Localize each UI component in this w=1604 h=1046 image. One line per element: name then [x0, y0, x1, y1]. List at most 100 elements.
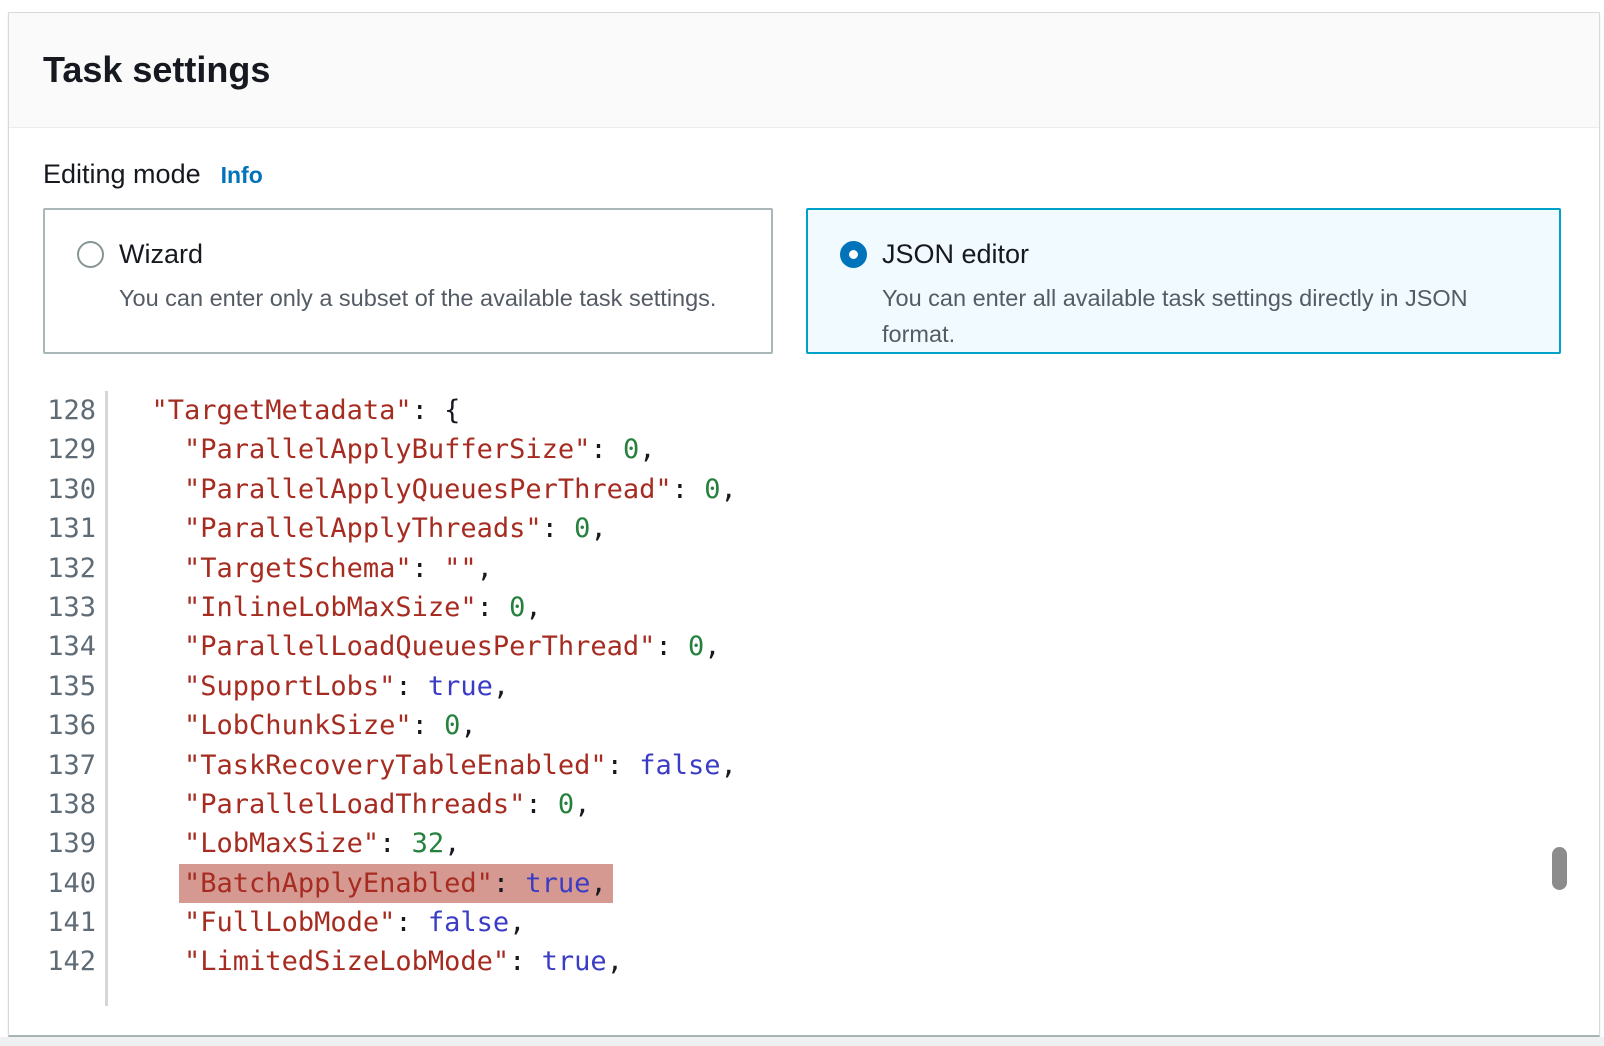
code-token-p: : [493, 868, 526, 899]
code-line[interactable]: "TaskRecoveryTableEnabled": false, [108, 746, 737, 785]
code-token-b: true [525, 868, 590, 899]
code-token-p [119, 828, 184, 859]
code-token-p [119, 553, 184, 584]
code-token-p [119, 631, 184, 662]
code-line[interactable]: "ParallelLoadThreads": 0, [108, 785, 737, 824]
code-token-p [119, 750, 184, 781]
code-line[interactable]: "ParallelLoadQueuesPerThread": 0, [108, 627, 737, 666]
code-token-p: , [493, 671, 509, 702]
code-line[interactable]: "FullLobMode": false, [108, 903, 737, 942]
code-token-p [119, 592, 184, 623]
code-token-p: : [477, 592, 510, 623]
code-token-p: : [412, 710, 445, 741]
code-token-b: false [428, 907, 509, 938]
code-token-k: "InlineLobMaxSize" [184, 592, 477, 623]
code-token-p [119, 395, 152, 426]
gutter-tail [43, 982, 108, 1006]
task-settings-panel: Task settings Editing mode Info Wizard Y… [8, 12, 1600, 1037]
line-number: 130 [43, 470, 108, 509]
code-token-p [119, 434, 184, 465]
line-number: 136 [43, 706, 108, 745]
code-token-k: "LobMaxSize" [184, 828, 379, 859]
scrollbar-thumb[interactable] [1552, 847, 1567, 890]
code-token-p: : [509, 946, 542, 977]
info-link[interactable]: Info [221, 162, 263, 189]
code-line[interactable]: "LobMaxSize": 32, [108, 824, 737, 863]
code-token-p: : [379, 828, 412, 859]
code-token-p: : [412, 553, 445, 584]
radio-selected-icon[interactable] [840, 241, 867, 268]
radio-option-wizard[interactable]: Wizard You can enter only a subset of th… [43, 208, 773, 354]
json-editor-option-label: JSON editor [882, 236, 1543, 272]
code-token-p: : [590, 434, 623, 465]
code-line[interactable]: "TargetMetadata": { [108, 391, 737, 430]
line-number: 134 [43, 627, 108, 666]
code-line[interactable]: "ParallelApplyQueuesPerThread": 0, [108, 470, 737, 509]
code-token-p [119, 671, 184, 702]
page-title: Task settings [43, 49, 270, 91]
line-number: 132 [43, 549, 108, 588]
code-token-n: 0 [509, 592, 525, 623]
code-token-p [119, 710, 184, 741]
code-token-p: : [607, 750, 640, 781]
code-token-p: , [460, 710, 476, 741]
radio-unselected-icon[interactable] [77, 241, 104, 268]
line-number: 142 [43, 942, 108, 981]
editing-mode-label: Editing mode [43, 159, 201, 190]
code-token-n: 0 [558, 789, 574, 820]
editing-mode-options: Wizard You can enter only a subset of th… [43, 208, 1561, 354]
wizard-option-label: Wizard [119, 236, 716, 272]
code-token-p: : [672, 474, 705, 505]
line-number: 131 [43, 509, 108, 548]
code-token-p [119, 474, 184, 505]
code-token-k: "BatchApplyEnabled" [184, 868, 493, 899]
code-line[interactable]: "SupportLobs": true, [108, 667, 737, 706]
line-number: 135 [43, 667, 108, 706]
code-token-p: : [395, 907, 428, 938]
code-token-k: "ParallelApplyThreads" [184, 513, 542, 544]
code-token-p: , [704, 631, 720, 662]
code-token-k: "TargetMetadata" [152, 395, 412, 426]
code-line[interactable]: "ParallelApplyBufferSize": 0, [108, 430, 737, 469]
page-background-strip [0, 1037, 1604, 1046]
code-token-k: "FullLobMode" [184, 907, 395, 938]
code-token-p: , [590, 868, 606, 899]
code-token-p: , [607, 946, 623, 977]
code-line[interactable]: "TargetSchema": "", [108, 549, 737, 588]
code-line[interactable]: "ParallelApplyThreads": 0, [108, 509, 737, 548]
code-token-p: : [525, 789, 558, 820]
code-token-p [119, 513, 184, 544]
wizard-option-description: You can enter only a subset of the avail… [119, 280, 716, 316]
line-number: 133 [43, 588, 108, 627]
code-indent [119, 868, 184, 899]
code-token-k: "ParallelLoadThreads" [184, 789, 525, 820]
code-token-s: "" [444, 553, 477, 584]
json-code-editor[interactable]: 128 "TargetMetadata": {129 "ParallelAppl… [43, 391, 737, 1006]
code-line[interactable]: "InlineLobMaxSize": 0, [108, 588, 737, 627]
code-token-k: "TargetSchema" [184, 553, 412, 584]
code-token-p: : [395, 671, 428, 702]
line-number: 140 [43, 864, 108, 903]
code-token-p: , [525, 592, 541, 623]
code-token-p: , [509, 907, 525, 938]
code-token-k: "LimitedSizeLobMode" [184, 946, 509, 977]
code-line[interactable]: "LimitedSizeLobMode": true, [108, 942, 737, 981]
code-token-p: , [477, 553, 493, 584]
code-line-highlighted[interactable]: "BatchApplyEnabled": true, [108, 864, 737, 903]
code-line[interactable]: "LobChunkSize": 0, [108, 706, 737, 745]
line-number: 137 [43, 746, 108, 785]
code-token-p: : [542, 513, 575, 544]
radio-option-json-editor[interactable]: JSON editor You can enter all available … [806, 208, 1561, 354]
editing-mode-row: Editing mode Info [43, 159, 263, 190]
line-number: 129 [43, 430, 108, 469]
wizard-option-text: Wizard You can enter only a subset of th… [119, 236, 716, 316]
code-token-k: "ParallelApplyBufferSize" [184, 434, 590, 465]
code-tail [108, 982, 737, 1006]
code-token-p: , [444, 828, 460, 859]
code-token-p [119, 946, 184, 977]
code-token-k: "ParallelApplyQueuesPerThread" [184, 474, 672, 505]
code-token-p [119, 907, 184, 938]
line-number: 138 [43, 785, 108, 824]
line-number: 141 [43, 903, 108, 942]
code-token-n: 0 [688, 631, 704, 662]
